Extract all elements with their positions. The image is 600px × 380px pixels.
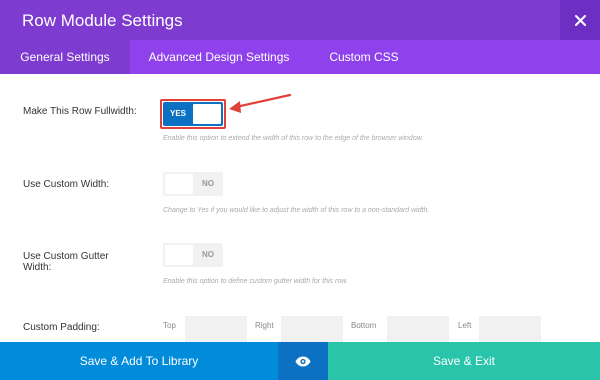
padding-left-input[interactable]: [479, 316, 541, 342]
padding-top-label: Top: [163, 321, 176, 330]
tab-custom-css[interactable]: Custom CSS: [308, 40, 420, 74]
padding-bottom-label: Bottom: [351, 321, 377, 330]
preview-button[interactable]: [278, 342, 328, 380]
padding-bottom-input[interactable]: [387, 316, 449, 342]
custom-padding-label: Custom Padding:: [23, 322, 100, 333]
custom-gutter-label-line2: Width:: [23, 262, 52, 273]
custom-gutter-toggle[interactable]: NO: [163, 243, 223, 267]
custom-gutter-description: Enable this option to define custom gutt…: [163, 278, 348, 285]
close-button[interactable]: [560, 0, 600, 40]
modal-title: Row Module Settings: [22, 11, 183, 30]
modal-footer: Save & Add To Library Save & Exit: [0, 342, 600, 380]
custom-width-label: Use Custom Width:: [23, 179, 110, 190]
padding-top-input[interactable]: [185, 316, 247, 342]
custom-width-description: Change to Yes if you would like to adjus…: [163, 207, 430, 214]
save-exit-button[interactable]: Save & Exit: [328, 342, 600, 380]
tab-general-settings[interactable]: General Settings: [0, 40, 130, 74]
close-icon: [574, 14, 586, 26]
custom-gutter-toggle-text: NO: [202, 250, 214, 259]
custom-width-toggle[interactable]: NO: [163, 172, 223, 196]
highlight-box: [160, 99, 226, 129]
fullwidth-description: Enable this option to extend the width o…: [163, 135, 424, 142]
settings-tabs: General Settings Advanced Design Setting…: [0, 40, 600, 74]
modal-header: Row Module Settings: [0, 0, 600, 40]
tab-advanced-design-settings[interactable]: Advanced Design Settings: [130, 40, 308, 74]
padding-right-input[interactable]: [281, 316, 343, 342]
settings-panel: Make This Row Fullwidth: YES Enable this…: [0, 74, 600, 342]
eye-icon: [295, 356, 311, 366]
save-add-to-library-button[interactable]: Save & Add To Library: [0, 342, 278, 380]
red-arrow-icon: [229, 93, 292, 113]
fullwidth-label: Make This Row Fullwidth:: [23, 106, 137, 117]
custom-width-toggle-text: NO: [202, 179, 214, 188]
padding-left-label: Left: [458, 321, 472, 330]
toggle-knob: [165, 174, 193, 194]
padding-right-label: Right: [255, 321, 274, 330]
toggle-knob: [165, 245, 193, 265]
